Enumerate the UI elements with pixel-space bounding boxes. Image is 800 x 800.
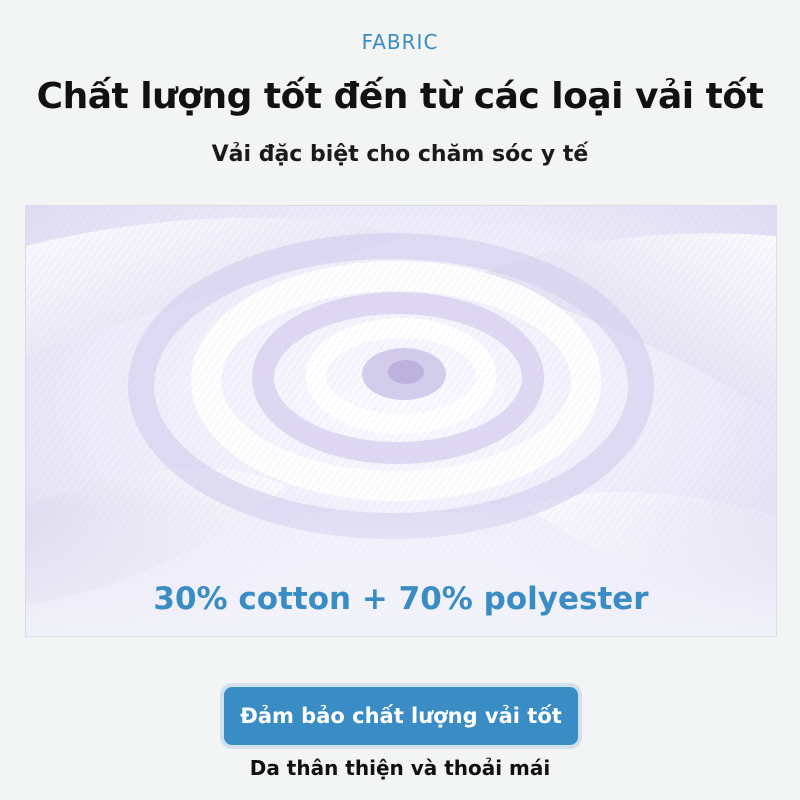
fabric-photo: 30% cotton + 70% polyester [25,205,777,637]
section-eyebrow: FABRIC [361,30,439,54]
comfort-note: Da thân thiện và thoải mái [249,756,551,780]
page-subtitle: Vải đặc biệt cho chăm sóc y tế [211,142,589,167]
fabric-composition-label: 30% cotton + 70% polyester [153,581,649,617]
quality-badge-label: Đảm bảo chất lượng vải tốt [240,704,562,728]
product-page: FABRIC Chất lượng tốt đến từ các loại vả… [0,0,800,800]
fabric-swirl-image [26,206,776,636]
quality-badge: Đảm bảo chất lượng vải tốt [224,687,578,745]
page-title: Chất lượng tốt đến từ các loại vải tốt [36,76,764,117]
